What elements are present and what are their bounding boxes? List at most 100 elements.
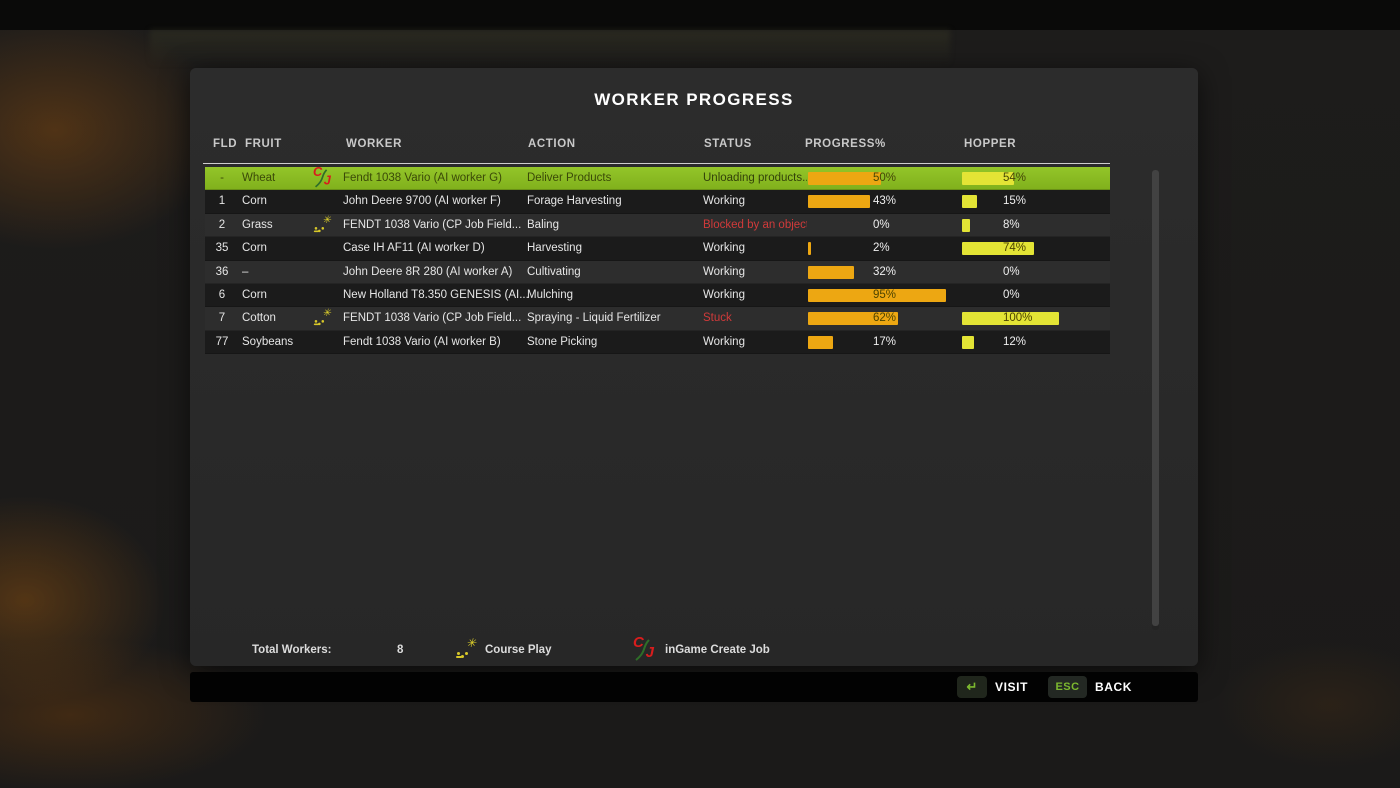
column-header-fruit: FRUIT [245,138,282,150]
back-label: BACK [1095,672,1132,702]
hopper-label: 100% [1003,307,1032,330]
back-button[interactable]: ESC [1048,676,1087,698]
action-cell: Deliver Products [527,167,699,190]
field-id-cell: 7 [205,307,239,330]
worker-cell: John Deere 9700 (AI worker F) [343,190,529,213]
status-cell: Blocked by an object [703,214,807,237]
action-cell: Spraying - Liquid Fertilizer [527,307,699,330]
enter-key-icon: ↵ [967,679,978,694]
course-play-icon: ✳ [313,216,332,235]
field-id-cell: 77 [205,331,239,354]
progress-label: 17% [873,331,896,354]
total-workers-value: 8 [397,638,403,662]
hopper-label: 74% [1003,237,1026,260]
worker-cell: FENDT 1038 Vario (CP Job Field... [343,307,529,330]
header-divider [203,163,1110,164]
progress-label: 0% [873,214,890,237]
worker-cell: Case IH AF11 (AI worker D) [343,237,529,260]
status-cell: Working [703,190,807,213]
worker-row[interactable]: 36– John Deere 8R 280 (AI worker A)Cultiv… [205,261,1110,284]
worker-cell: John Deere 8R 280 (AI worker A) [343,261,529,284]
field-id-cell: 36 [205,261,239,284]
hopper-bar [962,336,974,349]
progress-label: 62% [873,307,896,330]
field-id-cell: 35 [205,237,239,260]
table-header: FLD FRUIT WORKER ACTION STATUS PROGRESS%… [190,138,1198,154]
action-cell: Mulching [527,284,699,307]
worker-icon-slot: ✳ [313,309,341,329]
progress-bar [808,172,881,185]
progress-label: 32% [873,261,896,284]
action-cell: Cultivating [527,261,699,284]
field-id-cell: - [205,167,239,190]
column-header-status: STATUS [704,138,752,150]
background-treeline [150,30,950,66]
fruit-cell: Corn [242,190,267,213]
fruit-cell: Wheat [242,167,275,190]
visit-button[interactable]: ↵ [957,676,987,698]
worker-row[interactable]: 1Corn John Deere 9700 (AI worker F)Forage… [205,190,1110,213]
hopper-bar [962,195,977,208]
course-play-label: Course Play [485,638,551,662]
hopper-label: 12% [1003,331,1026,354]
worker-icon-slot: ✳ [313,216,341,236]
status-cell: Working [703,331,807,354]
hopper-label: 0% [1003,261,1020,284]
hopper-label: 8% [1003,214,1020,237]
column-header-hopper: HOPPER [964,138,1016,150]
worker-cell: FENDT 1038 Vario (CP Job Field... [343,214,529,237]
create-job-icon: CJ [633,639,655,661]
hopper-bar [962,219,970,232]
worker-row[interactable]: 35CornCase IH AF11 (AI worker D)Harvesti… [205,237,1110,260]
visit-label: VISIT [995,672,1028,702]
worker-table: -Wheat CJ Fendt 1038 Vario (AI worker G)De… [205,167,1110,354]
worker-icon-slot: CJ [313,169,341,189]
column-header-worker: WORKER [346,138,402,150]
status-cell: Working [703,261,807,284]
status-cell: Stuck [703,307,807,330]
fruit-cell: Soybeans [242,331,293,354]
total-workers-label: Total Workers: [252,638,331,662]
course-play-icon: ✳ [313,309,332,328]
action-bar: ↵ VISIT ESC BACK [190,672,1198,702]
column-header-fld: FLD [213,138,237,150]
field-id-cell: 6 [205,284,239,307]
hopper-label: 0% [1003,284,1020,307]
status-cell: Working [703,284,807,307]
status-cell: Working [703,237,807,260]
hopper-label: 54% [1003,167,1026,190]
worker-progress-panel: WORKER PROGRESS FLD FRUIT WORKER ACTION … [190,68,1198,666]
scrollbar-thumb[interactable] [1152,170,1159,626]
course-play-icon: ✳ [455,639,477,661]
worker-row[interactable]: 7Cotton ✳ FENDT 1038 Vario (CP Job Field..… [205,307,1110,330]
status-cell: Unloading products... [703,167,807,190]
worker-cell: Fendt 1038 Vario (AI worker B) [343,331,529,354]
esc-key-label: ESC [1055,681,1079,693]
table-scrollbar[interactable] [1152,170,1159,630]
worker-row[interactable]: 6CornNew Holland T8.350 GENESIS (AI...Mu… [205,284,1110,307]
progress-label: 50% [873,167,896,190]
top-letterbox [0,0,1400,30]
create-job-icon: CJ [313,169,332,188]
progress-bar [808,242,811,255]
progress-label: 95% [873,284,896,307]
progress-bar [808,266,854,279]
fruit-cell: Corn [242,284,267,307]
field-id-cell: 2 [205,214,239,237]
worker-row[interactable]: -Wheat CJ Fendt 1038 Vario (AI worker G)De… [205,167,1110,190]
worker-cell: Fendt 1038 Vario (AI worker G) [343,167,529,190]
worker-row[interactable]: 2Grass ✳ FENDT 1038 Vario (CP Job Field...… [205,214,1110,237]
create-job-label: inGame Create Job [665,638,770,662]
panel-footer: Total Workers: 8 ✳ Course Play CJ inGame… [205,638,1110,664]
fruit-cell: – [242,261,248,284]
action-cell: Harvesting [527,237,699,260]
progress-bar [808,336,833,349]
progress-bar [808,195,870,208]
fruit-cell: Grass [242,214,273,237]
fruit-cell: Cotton [242,307,276,330]
field-id-cell: 1 [205,190,239,213]
progress-label: 43% [873,190,896,213]
worker-row[interactable]: 77Soybeans Fendt 1038 Vario (AI worker B)… [205,331,1110,354]
action-cell: Forage Harvesting [527,190,699,213]
hopper-label: 15% [1003,190,1026,213]
